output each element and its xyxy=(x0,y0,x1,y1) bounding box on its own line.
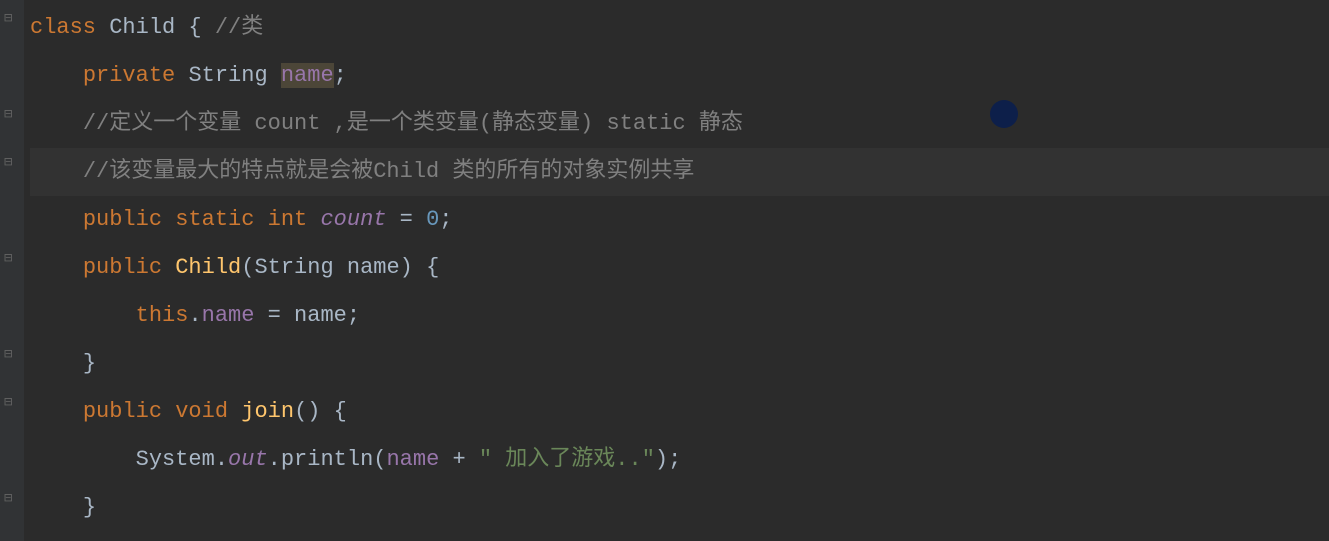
assign: = name; xyxy=(254,303,360,328)
brace-close: } xyxy=(83,495,96,520)
keyword-int: int xyxy=(268,207,308,232)
equals: = xyxy=(386,207,426,232)
method-name: join xyxy=(241,399,294,424)
keyword-this: this xyxy=(136,303,189,328)
code-line: this.name = name; xyxy=(30,292,1329,340)
out-field: out xyxy=(228,447,268,472)
fold-mark[interactable]: ⊟ xyxy=(4,350,18,360)
number-literal: 0 xyxy=(426,207,439,232)
editor-gutter: ⊟ ⊟ ⊟ ⊟ ⊟ ⊟ ⊟ xyxy=(0,0,24,541)
code-line: } xyxy=(30,484,1329,532)
fold-mark[interactable]: ⊟ xyxy=(4,494,18,504)
semicolon: ; xyxy=(334,63,347,88)
keyword-public: public xyxy=(83,207,162,232)
code-line: //定义一个变量 count ,是一个类变量(静态变量) static 静态 xyxy=(30,100,1329,148)
close-call: ); xyxy=(655,447,681,472)
fold-mark[interactable]: ⊟ xyxy=(4,14,18,24)
keyword-public: public xyxy=(83,399,162,424)
fold-mark[interactable]: ⊟ xyxy=(4,158,18,168)
blue-indicator-dot xyxy=(990,100,1018,128)
keyword-static: static xyxy=(175,207,254,232)
code-editor[interactable]: class Child { //类 private String name; /… xyxy=(0,0,1329,532)
println-call: .println( xyxy=(268,447,387,472)
fold-mark[interactable]: ⊟ xyxy=(4,254,18,264)
code-line-current: //该变量最大的特点就是会被Child 类的所有的对象实例共享 xyxy=(30,148,1329,196)
field-name: name xyxy=(281,63,334,88)
string-literal: " 加入了游戏.." xyxy=(479,447,655,472)
keyword-private: private xyxy=(83,63,175,88)
keyword-class: class xyxy=(30,15,96,40)
params: () { xyxy=(294,399,347,424)
comment: //该变量最大的特点就是会被Child 类的所有的对象实例共享 xyxy=(83,159,695,184)
keyword-void: void xyxy=(175,399,228,424)
field-name: name xyxy=(386,447,439,472)
comment: //定义一个变量 count ,是一个类变量(静态变量) static 静态 xyxy=(83,111,743,136)
system-ref: System. xyxy=(136,447,228,472)
fold-mark[interactable]: ⊟ xyxy=(4,110,18,120)
code-line: public static int count = 0; xyxy=(30,196,1329,244)
dot: . xyxy=(188,303,201,328)
constructor-name: Child xyxy=(175,255,241,280)
field-name: name xyxy=(202,303,255,328)
code-line: private String name; xyxy=(30,52,1329,100)
brace: { xyxy=(175,15,215,40)
brace-close: } xyxy=(83,351,96,376)
code-line: public Child(String name) { xyxy=(30,244,1329,292)
code-line: class Child { //类 xyxy=(30,4,1329,52)
type-string: String xyxy=(188,63,267,88)
static-field: count xyxy=(320,207,386,232)
code-line: } xyxy=(30,340,1329,388)
semicolon: ; xyxy=(439,207,452,232)
comment: //类 xyxy=(215,15,263,40)
code-line: System.out.println(name + " 加入了游戏.."); xyxy=(30,436,1329,484)
class-name: Child xyxy=(109,15,175,40)
plus-op: + xyxy=(439,447,479,472)
params: (String name) { xyxy=(241,255,439,280)
fold-mark[interactable]: ⊟ xyxy=(4,398,18,408)
keyword-public: public xyxy=(83,255,162,280)
code-line: public void join() { xyxy=(30,388,1329,436)
